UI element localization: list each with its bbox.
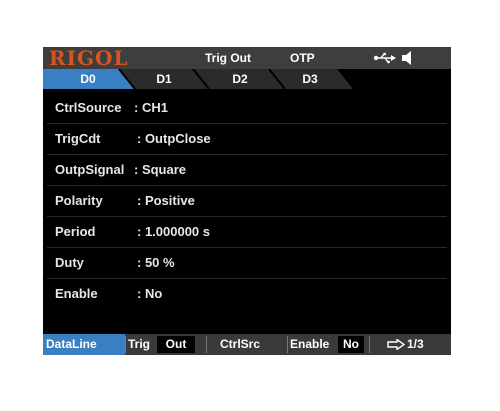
softkey-enable-value[interactable]: No [338, 336, 364, 353]
softkey-divider [287, 336, 288, 353]
param-value: : OutpClose [137, 131, 211, 146]
param-label: OutpSignal [55, 162, 125, 177]
param-value: : CH1 [134, 100, 168, 115]
softkey-trig-label[interactable]: Trig [128, 334, 150, 355]
param-value: : 50 % [137, 255, 175, 270]
status-bar: RIGOL Trig Out OTP [43, 47, 451, 69]
softkey-enable-label[interactable]: Enable [290, 334, 329, 355]
rigol-logo: RIGOL [49, 47, 129, 70]
tab-d3[interactable]: D3 [275, 69, 345, 89]
param-label: Polarity [55, 193, 103, 208]
otp-indicator: OTP [290, 51, 315, 65]
softkey-page-indicator[interactable]: 1/3 [407, 334, 424, 355]
param-row-polarity[interactable]: Polarity : Positive [47, 186, 447, 217]
param-label: TrigCdt [55, 131, 101, 146]
param-row-outpsignal[interactable]: OutpSignal : Square [47, 155, 447, 186]
param-label: Period [55, 224, 96, 239]
param-row-trigcdt[interactable]: TrigCdt : OutpClose [47, 124, 447, 155]
param-label: Enable [55, 286, 98, 301]
param-row-ctrlsource[interactable]: CtrlSource : CH1 [47, 93, 447, 124]
param-value: : Positive [137, 193, 195, 208]
param-value: : 1.000000 s [137, 224, 211, 239]
param-value: : Square [134, 162, 187, 177]
softkey-divider [369, 336, 370, 353]
softkey-divider [125, 336, 126, 353]
channel-tabs: D0 D1 D2 D3 [43, 69, 451, 89]
parameter-list: CtrlSource : CH1 TrigCdt : OutpClose Out… [47, 93, 447, 329]
tab-d2[interactable]: D2 [205, 69, 275, 89]
softkey-trig-value[interactable]: Out [157, 336, 195, 353]
param-label: CtrlSource [55, 100, 122, 115]
softkey-ctrlsrc[interactable]: CtrlSrc [220, 334, 260, 355]
param-value: : No [137, 286, 163, 301]
tab-d1[interactable]: D1 [129, 69, 199, 89]
mode-indicator: Trig Out [205, 51, 251, 65]
instrument-screen: RIGOL Trig Out OTP D0 D1 D2 D3 CtrlSourc… [43, 47, 451, 355]
softkey-divider [206, 336, 207, 353]
speaker-icon [402, 51, 411, 65]
arrow-right-icon[interactable] [387, 339, 405, 350]
softkey-dataline[interactable]: DataLine [46, 334, 97, 355]
param-row-period[interactable]: Period : 1.000000 s [47, 217, 447, 248]
softkey-bar: DataLine Trig Out CtrlSrc Enable No 1/3 [43, 334, 451, 355]
param-row-enable[interactable]: Enable : No [47, 279, 447, 309]
param-label: Duty [55, 255, 84, 270]
param-row-duty[interactable]: Duty : 50 % [47, 248, 447, 279]
usb-icon [373, 52, 396, 64]
tab-d0[interactable]: D0 [53, 69, 123, 89]
